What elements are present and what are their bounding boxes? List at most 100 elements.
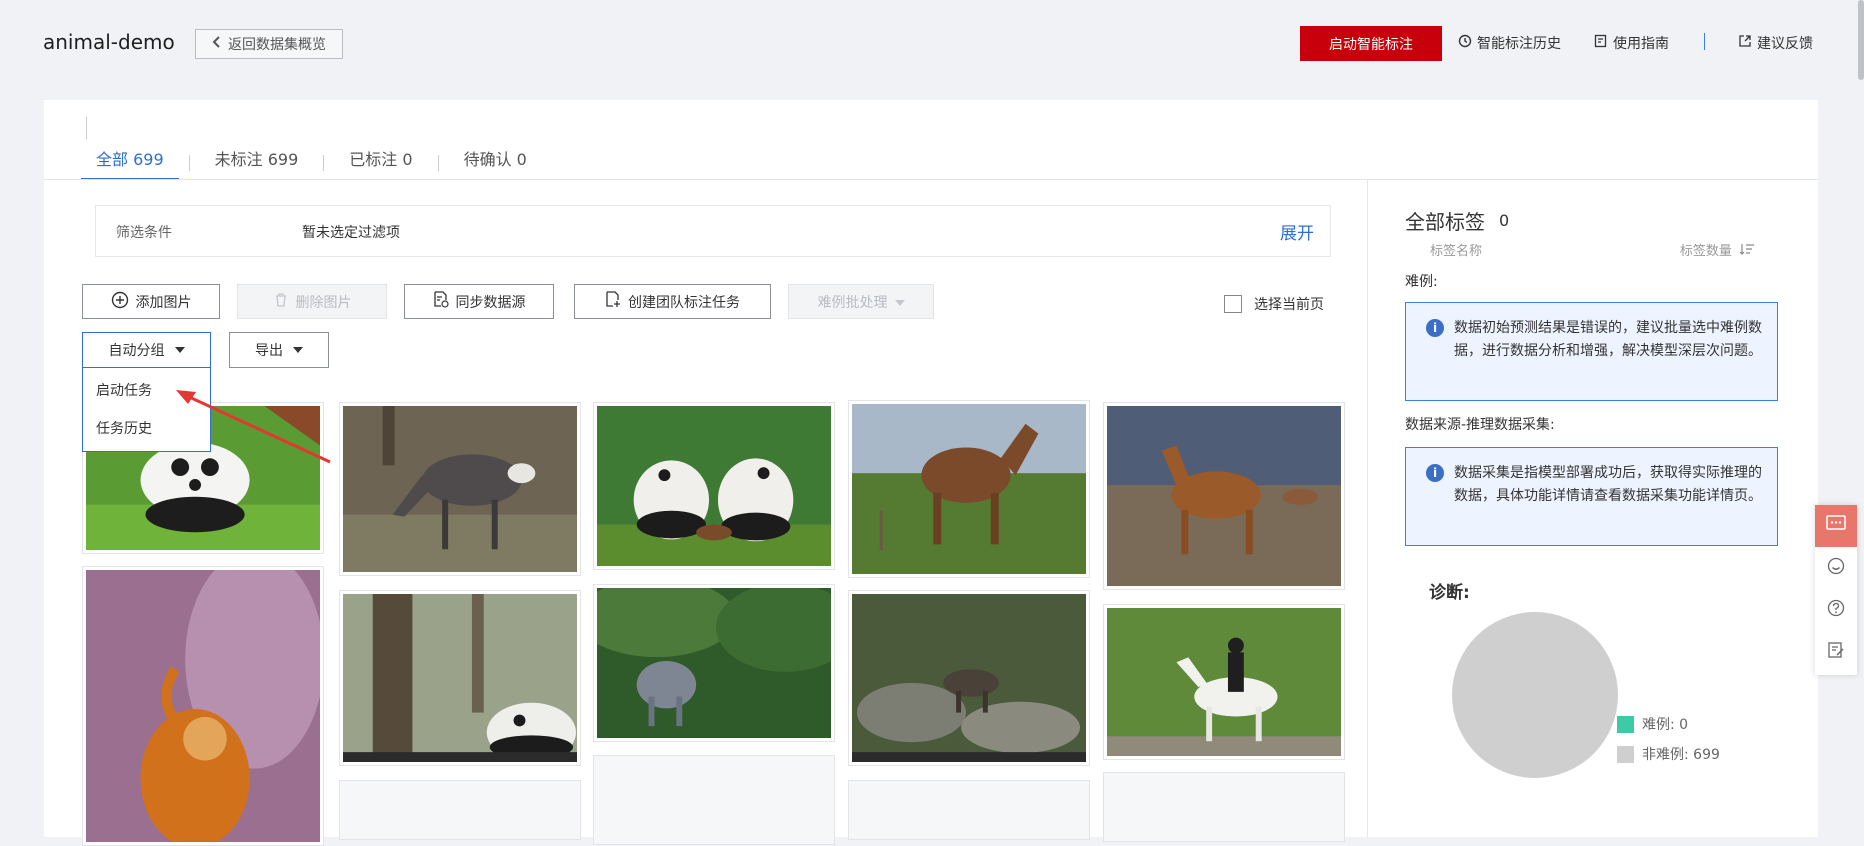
document-add-icon <box>605 291 621 312</box>
tab-labeled[interactable]: 已标注 0 <box>334 148 427 178</box>
guide-edit-icon <box>1594 34 1608 52</box>
info-icon: i <box>1426 319 1444 337</box>
hard-example-info: i 数据初始预测结果是错误的，建议批量选中难例数据，进行数据分析和增强，解决模型… <box>1405 302 1778 401</box>
back-button-label: 返回数据集概览 <box>228 37 326 53</box>
floating-toolbar <box>1815 505 1857 675</box>
all-labels-count: 0 <box>1499 211 1510 230</box>
add-image-button[interactable]: 添加图片 <box>82 284 220 319</box>
trash-icon <box>273 292 289 312</box>
image-thumbnail-golden-monkey <box>86 550 324 846</box>
hard-batch-label: 难例批处理 <box>817 294 888 311</box>
image-card[interactable] <box>82 550 324 846</box>
sync-source-label: 同步数据源 <box>455 294 526 311</box>
label-count-column[interactable]: 标签数量 <box>1680 240 1754 259</box>
select-page-checkbox[interactable] <box>1224 295 1242 313</box>
image-thumbnail-white-horse-rider <box>1107 608 1341 756</box>
pie-slice-non-hard <box>1452 612 1618 778</box>
tab-unlabeled[interactable]: 未标注 699 <box>200 148 314 178</box>
header-divider <box>1704 33 1705 50</box>
image-thumbnail-horse-chestnut <box>1107 406 1341 586</box>
legend-non-hard-label: 非难例: 699 <box>1642 747 1720 763</box>
chat-icon <box>1826 515 1846 537</box>
image-card[interactable] <box>848 400 1090 578</box>
select-current-page[interactable]: 选择当前页 <box>1224 294 1324 314</box>
diagnosis-title: 诊断: <box>1429 583 1470 603</box>
auto-group-dropdown[interactable]: 自动分组 <box>82 332 211 368</box>
image-card-loading[interactable] <box>339 780 581 840</box>
right-panel-divider <box>1367 180 1368 837</box>
export-label: 导出 <box>255 343 283 359</box>
feedback-label: 建议反馈 <box>1757 36 1813 52</box>
auto-group-menu: 启动任务 任务历史 <box>82 368 211 452</box>
sync-source-button[interactable]: 同步数据源 <box>404 284 554 319</box>
back-to-overview-button[interactable]: 返回数据集概览 <box>195 29 343 59</box>
info-icon: i <box>1426 464 1444 482</box>
tab-divider <box>323 155 325 171</box>
legend-swatch-hard <box>1617 715 1634 733</box>
filter-expand-link[interactable]: 展开 <box>1280 219 1314 244</box>
hard-batch-dropdown[interactable]: 难例批处理 <box>788 284 934 319</box>
smart-label-history-link[interactable]: 智能标注历史 <box>1458 33 1561 53</box>
smile-feedback-button[interactable] <box>1815 547 1857 589</box>
external-link-icon <box>1738 34 1752 52</box>
plus-circle-icon <box>111 291 129 313</box>
label-count-column-label: 标签数量 <box>1679 244 1732 259</box>
start-smart-label-button[interactable]: 启动智能标注 <box>1300 26 1442 61</box>
image-card-loading[interactable] <box>593 755 835 845</box>
image-card-loading[interactable] <box>1103 772 1345 842</box>
image-thumbnail-panda-forest <box>343 594 577 762</box>
image-thumbnail-two-pandas <box>597 406 831 566</box>
filter-value: 暂未选定过滤项 <box>302 225 400 241</box>
create-team-task-label: 创建团队标注任务 <box>628 294 740 311</box>
image-card[interactable] <box>577 578 855 742</box>
image-thumbnail-muntjac <box>343 406 577 572</box>
image-card[interactable] <box>593 402 835 570</box>
hard-example-info-text: 数据初始预测结果是错误的，建议批量选中难例数据，进行数据分析和增强，解决模型深层… <box>1454 320 1762 359</box>
clock-history-icon <box>1458 34 1472 52</box>
image-card-loading[interactable] <box>848 780 1090 840</box>
image-card[interactable] <box>1103 402 1345 590</box>
smile-icon <box>1827 557 1845 579</box>
image-card[interactable] <box>339 590 581 766</box>
delete-image-button[interactable]: 删除图片 <box>237 284 387 319</box>
legend-hard-label: 难例: 0 <box>1642 717 1689 733</box>
label-columns: 标签名称 标签数量 <box>1430 240 1754 259</box>
smart-label-history-label: 智能标注历史 <box>1477 36 1561 52</box>
chat-button[interactable] <box>1815 505 1857 547</box>
image-card[interactable] <box>848 590 1090 766</box>
diagnosis-pie-chart <box>1452 612 1618 778</box>
tab-divider <box>437 155 439 171</box>
image-card[interactable] <box>1103 604 1345 760</box>
caret-down-icon <box>293 347 303 353</box>
all-labels-header: 全部标签 0 <box>1405 206 1509 235</box>
create-team-task-button[interactable]: 创建团队标注任务 <box>574 284 771 319</box>
user-guide-link[interactable]: 使用指南 <box>1594 33 1669 53</box>
image-thumbnail-serow-forest <box>577 578 855 738</box>
image-card[interactable] <box>339 402 581 576</box>
tab-pending[interactable]: 待确认 0 <box>449 148 542 178</box>
data-source-info: i 数据采集是指模型部署成功后，获取得实际推理的数据，具体功能详情请查看数据采集… <box>1405 447 1778 546</box>
help-button[interactable] <box>1815 589 1857 631</box>
tab-divider <box>188 155 190 171</box>
chevron-down-icon <box>894 294 905 310</box>
menu-item-start-task[interactable]: 启动任务 <box>83 372 210 410</box>
status-tabs: 全部 699 未标注 699 已标注 0 待确认 0 <box>81 148 542 180</box>
legend-hard: 难例: 0 <box>1617 714 1688 734</box>
page-scrollbar[interactable] <box>1858 0 1864 80</box>
legend-non-hard: 非难例: 699 <box>1617 744 1720 764</box>
label-name-column: 标签名称 <box>1430 244 1483 259</box>
tabs-underline <box>44 179 1818 180</box>
data-source-title: 数据来源-推理数据采集: <box>1405 417 1555 433</box>
feedback-link[interactable]: 建议反馈 <box>1738 33 1813 53</box>
caret-down-icon <box>174 347 185 353</box>
hard-example-title: 难例: <box>1405 274 1438 290</box>
legend-swatch-non-hard <box>1617 745 1634 763</box>
note-button[interactable] <box>1815 631 1857 673</box>
tab-all[interactable]: 全部 699 <box>81 148 179 180</box>
add-image-label: 添加图片 <box>135 294 192 311</box>
menu-item-task-history[interactable]: 任务历史 <box>83 410 210 448</box>
dataset-title: animal-demo <box>43 30 175 54</box>
export-dropdown[interactable]: 导出 <box>229 332 329 368</box>
filter-label: 筛选条件 <box>116 225 172 241</box>
sort-icon[interactable] <box>1739 243 1754 259</box>
